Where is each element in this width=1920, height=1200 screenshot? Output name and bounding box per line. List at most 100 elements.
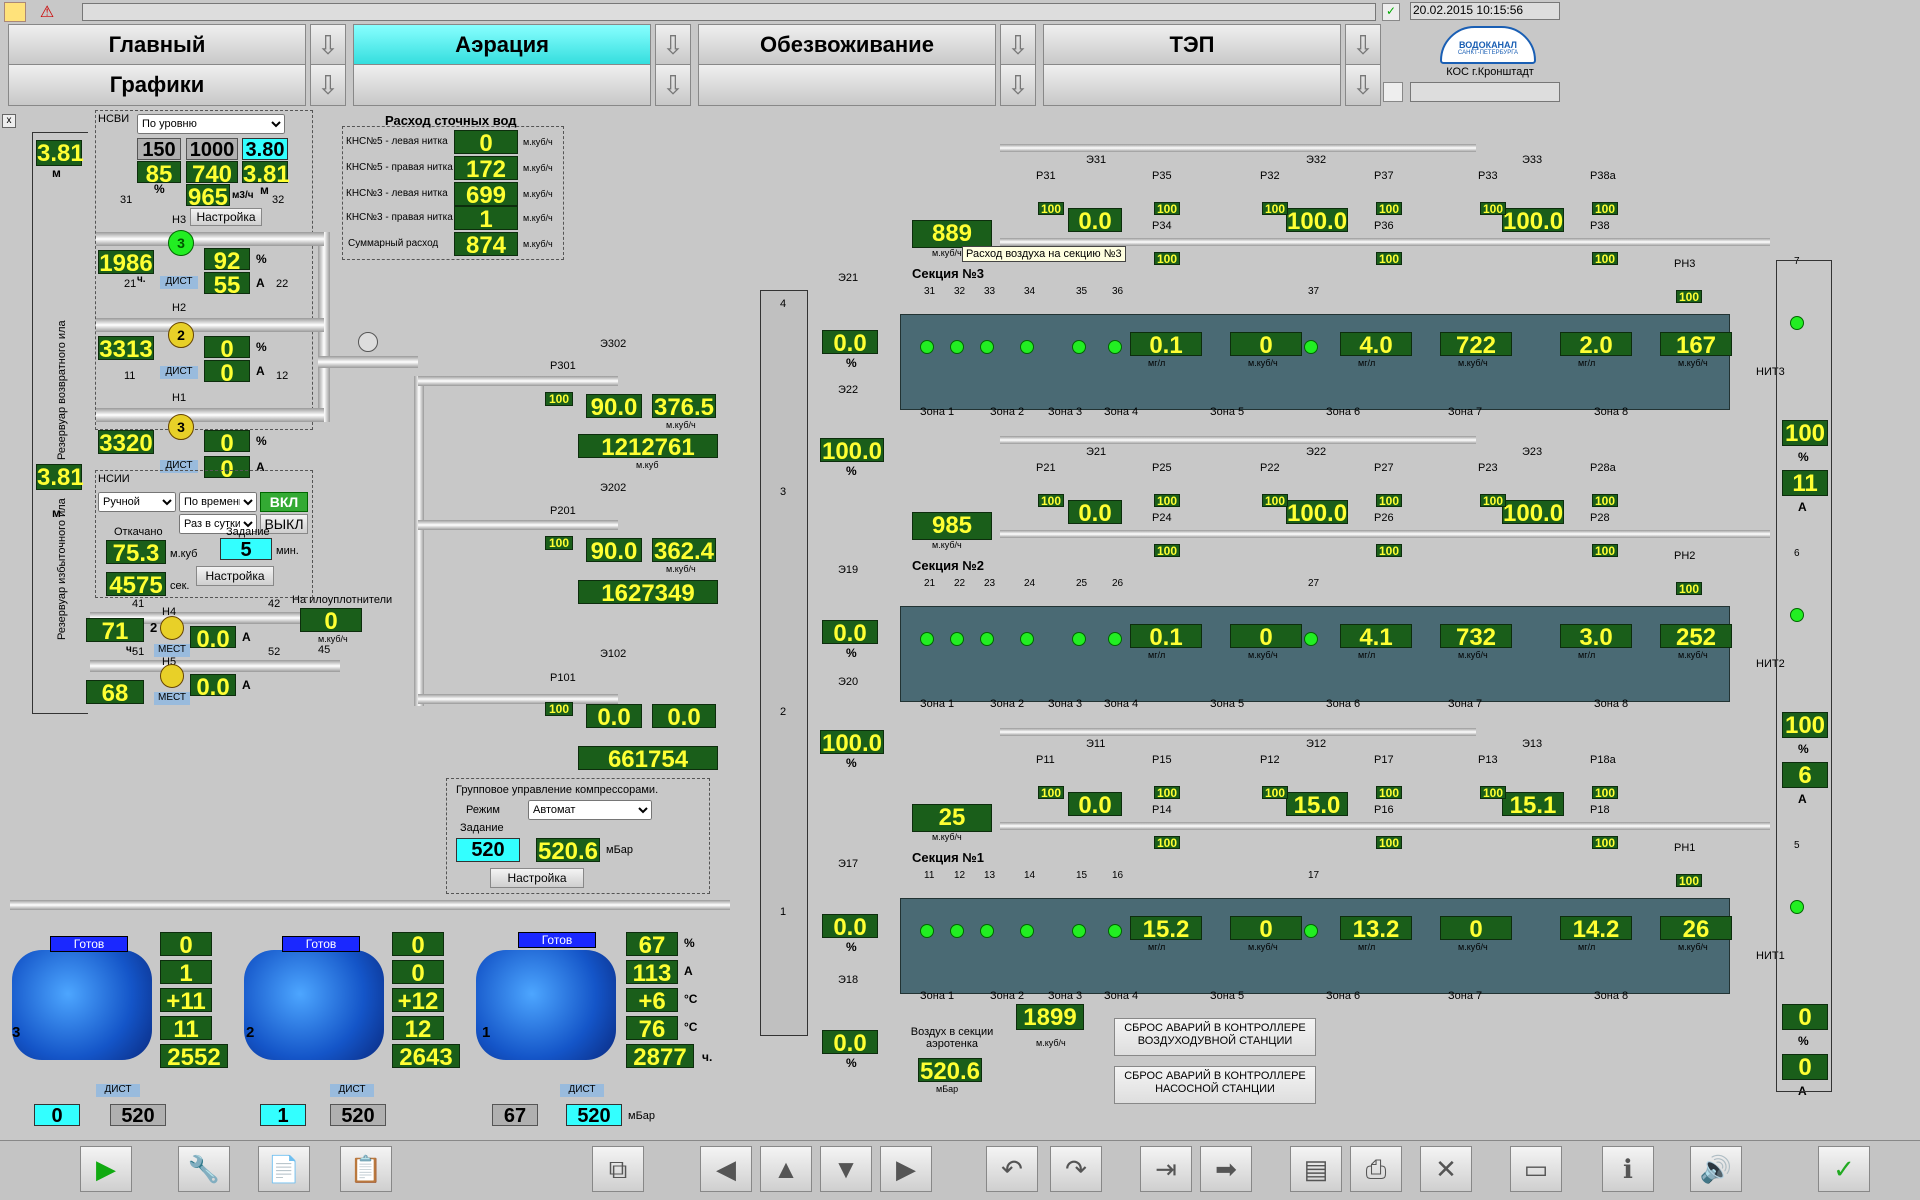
monitor-icon[interactable]: ▭ — [1510, 1146, 1562, 1192]
nav-empty-2-arrow[interactable]: ⇩ — [1000, 64, 1036, 106]
nav-charts-arrow[interactable]: ⇩ — [310, 64, 346, 106]
section-2-zone-value-3: 732 — [1440, 624, 1512, 651]
section-3-probe-5: 36 — [1112, 286, 1124, 297]
close-panel-button[interactable]: x — [2, 114, 16, 128]
wrench-icon[interactable]: 🔧 — [178, 1146, 230, 1192]
nsvi-mode-select[interactable]: По уровню — [137, 114, 285, 134]
section-3-zone-value-4: 2.0 — [1560, 332, 1632, 359]
pump-h5[interactable] — [160, 664, 184, 688]
nav-dewatering[interactable]: Обезвоживание — [698, 24, 996, 66]
print-icon[interactable]: ⎙ — [1350, 1146, 1402, 1192]
sound-icon[interactable]: 🔊 — [1690, 1146, 1742, 1192]
nav-aeration[interactable]: Аэрация — [353, 24, 651, 66]
dist-2-total: 1627349 — [578, 580, 718, 607]
acknowledge-icon[interactable]: ✓ — [1818, 1146, 1870, 1192]
pages-icon[interactable]: ▤ — [1290, 1146, 1342, 1192]
nsii-settings-button[interactable]: Настройка — [196, 566, 274, 586]
dist-2-flow-unit: м.куб/ч — [666, 564, 696, 574]
section-3-zone-label-4: Зона 5 — [1210, 406, 1245, 418]
nav-charts[interactable]: Графики — [8, 64, 306, 106]
section-1-tank — [900, 898, 1730, 994]
arrow-right-icon[interactable]: ▶ — [880, 1146, 932, 1192]
redo-icon[interactable]: ↷ — [1050, 1146, 1102, 1192]
nav-main-arrow[interactable]: ⇩ — [310, 24, 346, 66]
setpoint-2[interactable]: 1000 — [186, 138, 238, 161]
pump-h1[interactable]: 3 — [168, 414, 194, 440]
section-1-valve-pct-9: 100 — [1676, 874, 1702, 888]
datetime: 20.02.2015 10:15:56 — [1410, 2, 1560, 20]
export-icon[interactable]: ⇥ — [1140, 1146, 1192, 1192]
nav-empty-1-arrow[interactable]: ⇩ — [655, 64, 691, 106]
nav-dewatering-arrow[interactable]: ⇩ — [1000, 24, 1036, 66]
nsvi-flow2-unit: м3/ч — [232, 190, 254, 201]
status-field — [1410, 82, 1560, 102]
setpoint-3[interactable]: 3.80 — [242, 138, 288, 161]
section-1-zone-value-1: 0 — [1230, 916, 1302, 943]
nav-empty-3[interactable] — [1043, 64, 1341, 106]
section-1-valve-label-9: РН1 — [1674, 842, 1696, 854]
group-task-value[interactable]: 520 — [456, 838, 520, 862]
comp-3-sp[interactable]: 0 — [34, 1104, 80, 1127]
section-3-eb-label: Э33 — [1522, 154, 1543, 166]
group-settings-button[interactable]: Настройка — [490, 868, 584, 888]
screen-icon[interactable] — [1383, 82, 1403, 102]
section-2-valve-label-9: РН2 — [1674, 550, 1696, 562]
copy-screen-icon[interactable]: ⧉ — [592, 1146, 644, 1192]
nsvi-percent: 85 — [137, 161, 181, 188]
delete-icon[interactable]: ✕ — [1420, 1146, 1472, 1192]
setpoint-1[interactable]: 150 — [137, 138, 181, 161]
comp-unit-pct: % — [684, 936, 695, 950]
dist-3-total: 661754 — [578, 746, 718, 773]
pump-h3[interactable]: 3 — [168, 230, 194, 256]
nav-tep-arrow[interactable]: ⇩ — [1345, 24, 1381, 66]
air-total-value: 1899 — [1016, 1004, 1084, 1031]
pump-h3-pipe — [96, 232, 324, 246]
nsvi-flow: 740 — [186, 161, 238, 188]
nav-main[interactable]: Главный — [8, 24, 306, 66]
dist-1-pct: 90.0 — [586, 394, 642, 421]
nav-empty-2[interactable] — [698, 64, 996, 106]
arrow-down-icon[interactable]: ▼ — [820, 1146, 872, 1192]
undo-icon[interactable]: ↶ — [986, 1146, 1038, 1192]
group-mode-select[interactable]: Автомат — [528, 800, 652, 820]
alarm-reset-blower-button[interactable]: СБРОС АВАРИЙ В КОНТРОЛЛЕРЕ ВОЗДУХОДУВНОЙ… — [1114, 1018, 1316, 1056]
air-e17-label: Э17 — [838, 858, 859, 870]
play-icon[interactable]: ▶ — [80, 1146, 132, 1192]
nav-tep[interactable]: ТЭП — [1043, 24, 1341, 66]
valve-22-label: 22 — [276, 278, 289, 290]
pump-h4[interactable] — [160, 616, 184, 640]
info-icon[interactable]: ℹ — [1602, 1146, 1654, 1192]
arrow-left-icon[interactable]: ◀ — [700, 1146, 752, 1192]
app-icon[interactable] — [4, 2, 26, 22]
task-value[interactable]: 5 — [220, 538, 272, 561]
nsii-mode-select[interactable]: Ручной — [98, 492, 176, 512]
valve-main[interactable] — [358, 332, 378, 352]
section-3-valve-label-9: РН3 — [1674, 258, 1696, 270]
pump-h2[interactable]: 2 — [168, 322, 194, 348]
report-icon[interactable]: 📋 — [340, 1146, 392, 1192]
section-2-zone-label-4: Зона 5 — [1210, 698, 1245, 710]
warning-icon[interactable]: ⚠ — [36, 2, 58, 22]
forward-icon[interactable]: ➡ — [1200, 1146, 1252, 1192]
nav-aeration-arrow[interactable]: ⇩ — [655, 24, 691, 66]
nav-empty-1[interactable] — [353, 64, 651, 106]
nsvi-settings-button[interactable]: Настройка — [190, 208, 262, 226]
section-1-eb-label: Э13 — [1522, 738, 1543, 750]
section-1-valve-label-8: Р18 — [1590, 804, 1610, 816]
notes-icon[interactable]: 📄 — [258, 1146, 310, 1192]
nav-empty-3-arrow[interactable]: ⇩ — [1345, 64, 1381, 106]
on-button[interactable]: ВКЛ — [260, 492, 308, 512]
flow-row-5-label: Суммарный расход — [348, 238, 439, 249]
pump-h4-num: 2 — [150, 620, 158, 635]
check-icon[interactable]: ✓ — [1382, 3, 1400, 21]
pump-h2-hours: 3313 — [98, 336, 154, 363]
alarm-reset-pump-button[interactable]: СБРОС АВАРИЙ В КОНТРОЛЛЕРЕ НАСОСНОЙ СТАН… — [1114, 1066, 1316, 1104]
section-3-probe-indicator-5 — [1108, 340, 1122, 354]
flow-row-1-value: 0 — [454, 130, 518, 157]
nsii-time-select[interactable]: По времени — [179, 492, 257, 512]
comp-2-sp[interactable]: 1 — [260, 1104, 306, 1127]
arrow-up-icon[interactable]: ▲ — [760, 1146, 812, 1192]
valve-r101-pct: 100 — [545, 702, 573, 716]
collector-n2: 2 — [780, 706, 787, 718]
section-2-probe-0: 21 — [924, 578, 936, 589]
